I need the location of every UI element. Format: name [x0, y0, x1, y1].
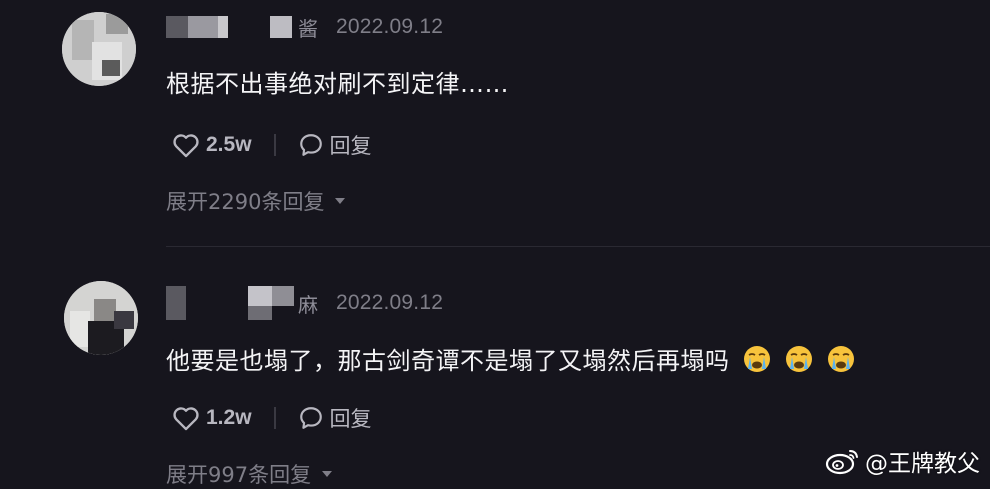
- like-count: 1.2w: [206, 406, 252, 429]
- comment-date: 2022.09.12: [336, 291, 444, 314]
- comment-text: 他要是也塌了，那古剑奇谭不是塌了又塌然后再塌吗: [166, 341, 856, 376]
- comment-header: 酱 2022.09.12: [166, 12, 443, 42]
- like-button[interactable]: 1.2w: [172, 405, 252, 431]
- expand-replies-label: 展开2290条回复: [166, 190, 325, 214]
- reply-label: 回复: [329, 407, 372, 431]
- username-redacted[interactable]: [166, 16, 296, 38]
- heart-icon: [173, 407, 199, 431]
- action-divider: [273, 407, 276, 429]
- expand-replies-button[interactable]: 展开2290条回复: [166, 186, 346, 216]
- like-button[interactable]: 2.5w: [172, 132, 252, 158]
- username-suffix[interactable]: 麻: [298, 289, 318, 318]
- expand-replies-button[interactable]: 展开997条回复: [166, 459, 333, 489]
- comment-bubble-icon: [299, 134, 322, 156]
- username-redacted[interactable]: [166, 286, 296, 320]
- expand-replies-label: 展开997条回复: [166, 463, 312, 487]
- heart-icon: [173, 134, 199, 158]
- comment-bubble-icon: [299, 407, 322, 429]
- watermark: @王牌教父: [825, 444, 980, 478]
- reply-button[interactable]: 回复: [298, 403, 372, 433]
- comment-text: 根据不出事绝对刷不到定律……: [166, 70, 509, 98]
- username-suffix[interactable]: 酱: [298, 13, 318, 42]
- comment-date: 2022.09.12: [336, 15, 444, 38]
- reply-button[interactable]: 回复: [298, 130, 372, 160]
- caret-down-icon: [322, 471, 333, 477]
- weibo-icon: [825, 450, 858, 475]
- comment-actions: 2.5w 回复: [172, 130, 372, 160]
- watermark-text: @王牌教父: [865, 451, 980, 477]
- comment-actions: 1.2w 回复: [172, 403, 372, 433]
- crying-face-icon: [743, 346, 770, 372]
- avatar[interactable]: [64, 281, 138, 355]
- comment-item: 酱 2022.09.12 根据不出事绝对刷不到定律…… 2.5w 回复 展开22…: [0, 0, 990, 246]
- caret-down-icon: [335, 198, 346, 204]
- action-divider: [273, 134, 276, 156]
- crying-face-icon: [785, 346, 812, 372]
- like-count: 2.5w: [206, 133, 252, 156]
- comment-text-body: 他要是也塌了，那古剑奇谭不是塌了又塌然后再塌吗: [166, 347, 730, 375]
- avatar[interactable]: [62, 12, 136, 86]
- comment-header: 麻 2022.09.12: [166, 286, 444, 320]
- crying-face-icon: [827, 346, 854, 372]
- reply-label: 回复: [329, 134, 372, 158]
